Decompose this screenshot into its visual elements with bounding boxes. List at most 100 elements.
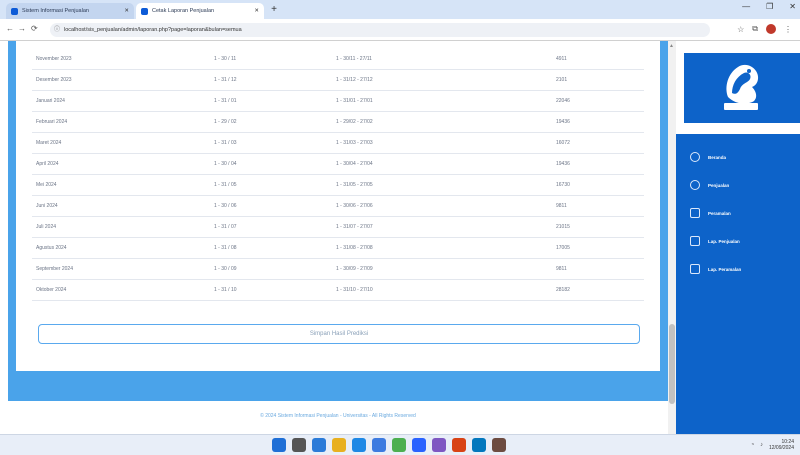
home-icon <box>690 152 700 162</box>
date-range-cell: 1 - 30/09 - 27/09 <box>336 266 373 272</box>
table-row: September 2024 1 - 30 / 09 1 - 30/09 - 27/… <box>32 259 644 280</box>
month-cell: Oktober 2024 <box>36 287 67 293</box>
period-cell: 1 - 30 / 11 <box>214 56 237 62</box>
tab-favicon-icon <box>141 7 148 15</box>
scrollbar-thumb[interactable] <box>669 324 675 404</box>
browser-tab[interactable]: Sistem Informasi Penjualan ✕ <box>6 3 134 19</box>
table-row: Agustus 2024 1 - 31 / 08 1 - 31/08 - 27/08… <box>32 238 644 259</box>
month-cell: Januari 2024 <box>36 98 65 104</box>
month-cell: Agustus 2024 <box>36 245 67 251</box>
mail-icon[interactable] <box>412 438 426 452</box>
app-icon[interactable] <box>452 438 466 452</box>
month-cell: September 2024 <box>36 266 73 272</box>
clock-date: 12/09/2024 <box>768 445 794 451</box>
tab-close-icon[interactable]: ✕ <box>254 8 259 14</box>
sidebar-nav: Beranda Penjualan Peramalan Lap. Penjual… <box>676 134 800 434</box>
app-icon[interactable] <box>472 438 486 452</box>
report-icon <box>690 264 700 274</box>
date-range-cell: 1 - 31/08 - 27/08 <box>336 245 373 251</box>
profile-avatar[interactable] <box>766 24 776 34</box>
period-cell: 1 - 31 / 07 <box>214 224 237 230</box>
store-icon[interactable] <box>372 438 386 452</box>
tab-close-icon[interactable]: ✕ <box>124 8 129 14</box>
volume-icon[interactable]: ♪ <box>760 442 763 448</box>
total-cell: 16730 <box>556 182 570 188</box>
tab-favicon-icon <box>11 7 18 15</box>
app-icon[interactable] <box>432 438 446 452</box>
table-row: April 2024 1 - 30 / 04 1 - 30/04 - 27/04 19… <box>32 154 644 175</box>
table-row: Februari 2024 1 - 29 / 02 1 - 29/02 - 27/0… <box>32 112 644 133</box>
url-input[interactable]: ⓘ localhost/sis_penjualan/admin/laporan.… <box>50 23 710 37</box>
sidebar-item-label: Lap. Peramalan <box>708 266 742 272</box>
period-cell: 1 - 31 / 10 <box>214 287 237 293</box>
url-text: localhost/sis_penjualan/admin/laporan.ph… <box>64 27 242 33</box>
report-card: November 2023 1 - 30 / 11 1 - 30/11 - 27/1… <box>16 41 660 371</box>
page-scrollbar[interactable]: ▲ <box>668 41 676 434</box>
edge-icon[interactable] <box>352 438 366 452</box>
period-cell: 1 - 31 / 12 <box>214 77 237 83</box>
menu-dots-icon[interactable]: ⋮ <box>784 25 792 34</box>
search-icon[interactable] <box>292 438 306 452</box>
table-row: Januari 2024 1 - 31 / 01 1 - 31/01 - 27/01… <box>32 91 644 112</box>
period-cell: 1 - 29 / 02 <box>214 119 237 125</box>
clock[interactable]: 10:24 12/09/2024 <box>769 439 794 451</box>
table-row: Oktober 2024 1 - 31 / 10 1 - 31/10 - 27/10… <box>32 280 644 301</box>
total-cell: 17005 <box>556 245 570 251</box>
maximize-button[interactable]: ❐ <box>766 2 773 11</box>
browser-tab-active[interactable]: Cetak Laporan Penjualan ✕ <box>136 3 264 19</box>
sidebar-item-label: Beranda <box>708 154 727 160</box>
month-cell: April 2024 <box>36 161 59 167</box>
month-cell: Maret 2024 <box>36 140 62 146</box>
total-cell: 22046 <box>556 98 570 104</box>
date-range-cell: 1 - 31/12 - 27/12 <box>336 77 373 83</box>
address-bar-row: ← → ⟳ ⓘ localhost/sis_penjualan/admin/la… <box>0 19 800 41</box>
export-button[interactable]: Simpan Hasil Prediksi <box>38 324 640 344</box>
app-icon[interactable] <box>492 438 506 452</box>
period-cell: 1 - 31 / 01 <box>214 98 237 104</box>
sidebar-item-penjualan[interactable]: Penjualan <box>690 178 790 192</box>
sidebar-item-label: Peramalan <box>708 210 731 216</box>
page-footer: © 2024 Sistem Informasi Penjualan - Univ… <box>260 413 416 419</box>
sidebar-item-lap-penjualan[interactable]: Lap. Penjualan <box>690 234 790 248</box>
sidebar-item-label: Lap. Penjualan <box>708 238 740 244</box>
widgets-icon[interactable] <box>312 438 326 452</box>
tab-title: Sistem Informasi Penjualan <box>22 8 89 14</box>
month-cell: November 2023 <box>36 56 72 62</box>
forward-button[interactable]: → <box>18 24 26 33</box>
new-tab-button[interactable]: + <box>268 4 280 16</box>
chart-icon <box>690 208 700 218</box>
windows-start-icon[interactable] <box>272 438 286 452</box>
sidebar-item-lap-peramalan[interactable]: Lap. Peramalan <box>690 262 790 276</box>
sidebar-item-peramalan[interactable]: Peramalan <box>690 206 790 220</box>
minimize-button[interactable]: — <box>742 2 750 11</box>
extensions-icon[interactable]: ⧉ <box>752 24 758 34</box>
table-row: Juli 2024 1 - 31 / 07 1 - 31/07 - 27/07 210… <box>32 217 644 238</box>
period-cell: 1 - 30 / 09 <box>214 266 237 272</box>
table-row: Juni 2024 1 - 30 / 06 1 - 30/06 - 27/06 981… <box>32 196 644 217</box>
sidebar-item-beranda[interactable]: Beranda <box>690 150 790 164</box>
browser-toolbar-right: ☆ ⧉ ⋮ <box>737 24 792 34</box>
reload-button[interactable]: ⟳ <box>31 24 38 33</box>
cart-icon <box>690 180 700 190</box>
sidebar-item-label: Penjualan <box>708 182 730 188</box>
total-cell: 16072 <box>556 140 570 146</box>
chrome-icon[interactable] <box>392 438 406 452</box>
month-cell: Mei 2024 <box>36 182 57 188</box>
table-row: November 2023 1 - 30 / 11 1 - 30/11 - 27/1… <box>32 49 644 70</box>
table-row: Desember 2023 1 - 31 / 12 1 - 31/12 - 27/1… <box>32 70 644 91</box>
bookmark-star-icon[interactable]: ☆ <box>737 25 744 34</box>
sidebar-brand <box>684 53 800 123</box>
taskbar-apps <box>272 438 506 452</box>
period-cell: 1 - 31 / 05 <box>214 182 237 188</box>
total-cell: 21015 <box>556 224 570 230</box>
tab-title: Cetak Laporan Penjualan <box>152 8 215 14</box>
date-range-cell: 1 - 29/02 - 27/02 <box>336 119 373 125</box>
scroll-up-icon[interactable]: ▲ <box>669 43 674 49</box>
site-info-icon[interactable]: ⓘ <box>54 23 60 37</box>
back-button[interactable]: ← <box>6 24 14 33</box>
explorer-icon[interactable] <box>332 438 346 452</box>
close-window-button[interactable]: ✕ <box>789 2 796 11</box>
wifi-icon[interactable]: ◔ <box>751 442 754 448</box>
browser-tab-bar: Sistem Informasi Penjualan ✕ Cetak Lapor… <box>0 0 800 19</box>
month-cell: Juli 2024 <box>36 224 57 230</box>
